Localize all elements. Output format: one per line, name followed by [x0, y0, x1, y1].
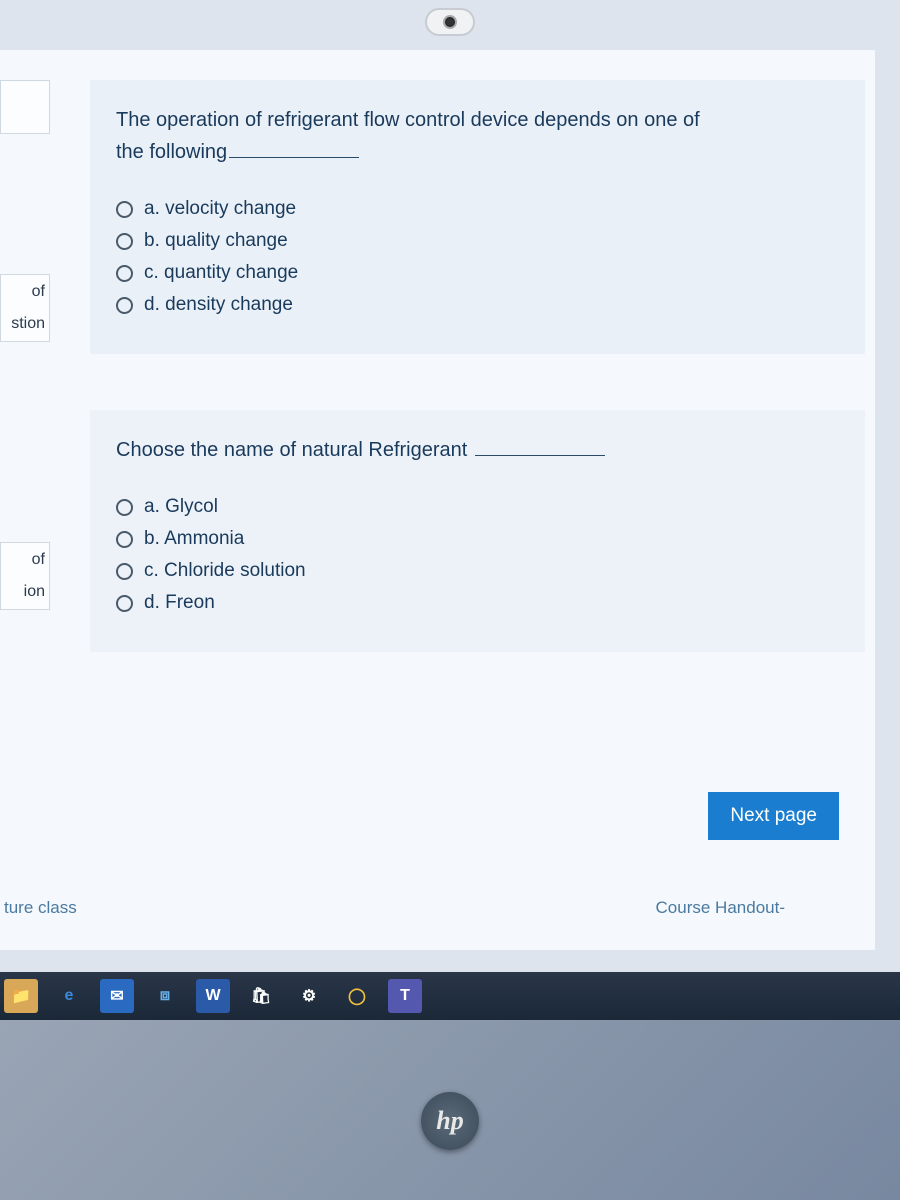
question-text-line: The operation of refrigerant flow contro… — [116, 109, 700, 131]
windows-taskbar: 📁 e ✉ ⧈ W 🛍 ⚙ ◯ T — [0, 972, 900, 1020]
prev-activity-link[interactable]: ture class — [4, 898, 77, 918]
radio-icon — [116, 201, 133, 218]
left-sidebar: of stion of ion — [0, 50, 50, 950]
question-text-line: the following — [116, 141, 227, 163]
option-label-text: d. density change — [144, 294, 293, 316]
question-card-2: Choose the name of natural Refrigerant a… — [90, 410, 865, 652]
option-label-text: b. Ammonia — [144, 528, 244, 550]
sidebar-text: of — [1, 283, 45, 301]
blank-fill-line — [475, 455, 605, 456]
hp-logo-icon: hp — [421, 1092, 479, 1150]
sidebar-block-status: of stion — [0, 274, 50, 342]
radio-icon — [116, 531, 133, 548]
option-c[interactable]: c. quantity change — [116, 262, 845, 284]
store-icon[interactable]: 🛍 — [244, 979, 278, 1013]
options-group: a. velocity change b. quality change c. … — [116, 198, 845, 316]
sidebar-text: stion — [1, 315, 45, 333]
mail-icon[interactable]: ✉ — [100, 979, 134, 1013]
option-label-text: c. Chloride solution — [144, 560, 306, 582]
radio-icon — [116, 297, 133, 314]
webcam-notch — [425, 8, 475, 36]
next-page-button[interactable]: Next page — [708, 792, 839, 840]
dropbox-icon[interactable]: ⧈ — [148, 979, 182, 1013]
question-text-line: Choose the name of natural Refrigerant — [116, 439, 467, 461]
sidebar-block-status2: of ion — [0, 542, 50, 610]
radio-icon — [116, 233, 133, 250]
option-d[interactable]: d. density change — [116, 294, 845, 316]
teams-icon[interactable]: T — [388, 979, 422, 1013]
option-label-text: b. quality change — [144, 230, 288, 252]
quiz-content-area: of stion of ion The operation of refrige… — [0, 50, 875, 950]
option-d[interactable]: d. Freon — [116, 592, 845, 614]
option-a[interactable]: a. Glycol — [116, 496, 845, 518]
webcam-lens-icon — [443, 15, 457, 29]
sidebar-block-number — [0, 80, 50, 134]
option-c[interactable]: c. Chloride solution — [116, 560, 845, 582]
options-group: a. Glycol b. Ammonia c. Chloride solutio… — [116, 496, 845, 614]
settings-icon[interactable]: ⚙ — [292, 979, 326, 1013]
option-label-text: a. Glycol — [144, 496, 218, 518]
radio-icon — [116, 499, 133, 516]
option-b[interactable]: b. quality change — [116, 230, 845, 252]
option-a[interactable]: a. velocity change — [116, 198, 845, 220]
option-label-text: a. velocity change — [144, 198, 296, 220]
radio-icon — [116, 595, 133, 612]
option-b[interactable]: b. Ammonia — [116, 528, 845, 550]
next-activity-link[interactable]: Course Handout- — [656, 898, 785, 918]
word-icon[interactable]: W — [196, 979, 230, 1013]
edge-icon[interactable]: e — [52, 979, 86, 1013]
radio-icon — [116, 563, 133, 580]
option-label-text: d. Freon — [144, 592, 215, 614]
question-prompt: The operation of refrigerant flow contro… — [116, 104, 845, 168]
option-label-text: c. quantity change — [144, 262, 298, 284]
chrome-icon[interactable]: ◯ — [340, 979, 374, 1013]
question-card-1: The operation of refrigerant flow contro… — [90, 80, 865, 354]
radio-icon — [116, 265, 133, 282]
sidebar-text: ion — [1, 583, 45, 601]
file-explorer-icon[interactable]: 📁 — [4, 979, 38, 1013]
question-prompt: Choose the name of natural Refrigerant — [116, 434, 845, 466]
footer-nav: ture class Course Handout- — [0, 898, 875, 918]
blank-fill-line — [229, 157, 359, 158]
sidebar-text: of — [1, 551, 45, 569]
screen-area: of stion of ion The operation of refrige… — [0, 0, 900, 1020]
